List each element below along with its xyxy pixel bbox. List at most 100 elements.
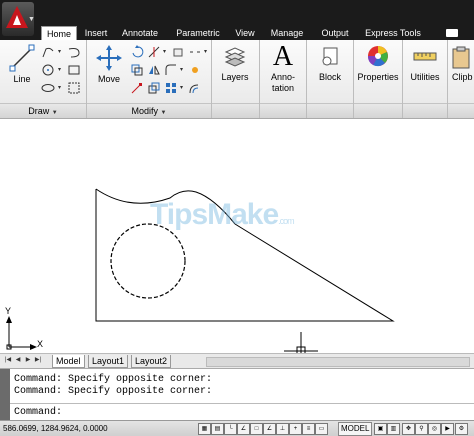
grid-display-icon[interactable]: ▤ xyxy=(211,423,224,435)
layers-button[interactable]: Layers xyxy=(214,44,256,102)
rectangle-icon xyxy=(68,65,80,75)
erase-icon xyxy=(173,48,183,57)
object-snap-tracking-icon[interactable]: ∠ xyxy=(263,423,276,435)
tab-parametric[interactable]: Parametric xyxy=(170,26,226,40)
ribbon-tab-bar: ▼ Home Insert Annotate Parametric View M… xyxy=(0,0,474,41)
ortho-mode-icon[interactable]: └ xyxy=(224,423,237,435)
color-wheel-icon xyxy=(367,46,388,67)
tab-layout1[interactable]: Layout1 xyxy=(88,355,129,368)
first-layout-icon[interactable]: |◀ xyxy=(4,356,12,365)
quick-view-layouts-icon[interactable]: ▣ xyxy=(374,423,387,435)
dynamic-input-icon[interactable]: + xyxy=(289,423,302,435)
fillet-button[interactable] xyxy=(163,62,179,78)
rectangle-button[interactable] xyxy=(66,62,82,78)
steering-wheel-icon[interactable]: ◎ xyxy=(428,423,441,435)
copy-button[interactable] xyxy=(129,62,145,78)
status-bar: 586.0699, 1284.9624, 0.0000 ▦ ▤ └ ∠ □ ∠ … xyxy=(0,420,474,436)
tab-insert[interactable]: Insert xyxy=(80,26,112,40)
trim-button[interactable] xyxy=(146,44,162,60)
pan-icon[interactable]: ✥ xyxy=(402,423,415,435)
command-window-grip[interactable] xyxy=(0,369,10,421)
zoom-icon[interactable]: ⚲ xyxy=(415,423,428,435)
hatch-button[interactable] xyxy=(66,80,82,96)
tab-annotate[interactable]: Annotate xyxy=(118,26,162,40)
modify-more-dropdown-icon[interactable]: ▾ xyxy=(204,48,207,55)
command-history-line: Command: Specify opposite corner: xyxy=(14,386,213,397)
tab-output[interactable]: Output xyxy=(316,26,354,40)
tab-layout2[interactable]: Layout2 xyxy=(131,355,172,368)
polyline-dropdown-icon[interactable]: ▾ xyxy=(58,48,61,55)
scale-button[interactable] xyxy=(146,80,162,96)
drawing-area xyxy=(6,188,395,356)
hatch-icon xyxy=(68,82,80,94)
snap-mode-icon[interactable]: ▦ xyxy=(198,423,211,435)
offset-button[interactable] xyxy=(187,80,203,96)
object-snap-icon[interactable]: □ xyxy=(250,423,263,435)
arc-button[interactable] xyxy=(66,44,82,60)
ucs-x-label: X xyxy=(37,339,44,349)
tab-view[interactable]: View xyxy=(232,26,258,40)
lineweight-icon[interactable]: ≡ xyxy=(302,423,315,435)
fillet-dropdown-icon[interactable]: ▾ xyxy=(180,66,183,73)
command-window: Command: Specify opposite corner: Comman… xyxy=(0,368,474,421)
horizontal-scrollbar[interactable] xyxy=(206,357,470,367)
workspace-switching-icon[interactable]: ⚙ xyxy=(455,423,468,435)
line-button[interactable]: Line xyxy=(6,44,38,88)
annotation-label-1: Anno- xyxy=(270,72,296,82)
line-label: Line xyxy=(13,74,31,84)
utilities-button[interactable]: Utilities xyxy=(404,44,446,102)
tab-home[interactable]: Home xyxy=(41,26,77,41)
last-layout-icon[interactable]: ▶| xyxy=(34,356,42,365)
watermark: TipsMake.com xyxy=(150,198,295,231)
stretch-icon xyxy=(131,83,142,94)
tab-model[interactable]: Model xyxy=(52,355,85,368)
erase-button[interactable] xyxy=(170,44,186,60)
break-button[interactable] xyxy=(187,44,203,60)
properties-label: Properties xyxy=(357,72,399,82)
scale-icon xyxy=(148,82,160,94)
properties-button[interactable]: Properties xyxy=(354,44,402,102)
line-icon xyxy=(9,44,35,72)
coordinate-readout[interactable]: 586.0699, 1284.9624, 0.0000 xyxy=(3,423,108,434)
mirror-button[interactable] xyxy=(146,62,162,78)
dynamic-ucs-icon[interactable]: ⊥ xyxy=(276,423,289,435)
application-menu-button[interactable]: ▼ xyxy=(2,2,35,36)
array-icon xyxy=(166,83,176,93)
move-label: Move xyxy=(97,74,120,84)
circle-button[interactable] xyxy=(40,62,56,78)
clipboard-button[interactable]: Clipb xyxy=(450,44,474,102)
drawing-canvas[interactable]: Y X TipsMake.com xyxy=(0,120,474,356)
layers-label: Layers xyxy=(221,72,249,82)
layout-tabs-bar: |◀ ◀ ▶ ▶| Model Layout1 Layout2 xyxy=(0,353,474,368)
rotate-icon xyxy=(132,45,144,58)
stretch-button[interactable] xyxy=(129,80,145,96)
block-button[interactable]: Block xyxy=(310,44,350,102)
quick-view-drawings-icon[interactable]: ▥ xyxy=(387,423,400,435)
rotate-button[interactable] xyxy=(129,44,145,60)
polar-tracking-icon[interactable]: ∠ xyxy=(237,423,250,435)
next-layout-icon[interactable]: ▶ xyxy=(24,356,32,365)
showmotion-icon[interactable]: ▶ xyxy=(441,423,454,435)
array-dropdown-icon[interactable]: ▾ xyxy=(180,84,183,91)
ribbon-minimize-button[interactable] xyxy=(446,29,458,37)
draw-panel-label[interactable]: Draw ▼ xyxy=(0,103,86,118)
circle-dropdown-icon[interactable]: ▾ xyxy=(58,66,61,73)
tab-express-tools[interactable]: Express Tools xyxy=(362,26,424,40)
modify-panel-label[interactable]: Modify ▼ xyxy=(87,103,211,118)
clipboard-icon xyxy=(452,46,470,69)
ellipse-button[interactable] xyxy=(40,80,56,96)
annotation-button[interactable]: A Anno- tation xyxy=(262,42,304,102)
tab-manage[interactable]: Manage xyxy=(266,26,308,40)
array-button[interactable] xyxy=(163,80,179,96)
annotation-label-2: tation xyxy=(271,83,295,93)
quick-properties-icon[interactable]: ▭ xyxy=(315,423,328,435)
block-label: Block xyxy=(318,72,341,82)
previous-layout-icon[interactable]: ◀ xyxy=(14,356,22,365)
explode-button[interactable] xyxy=(187,62,203,78)
model-space-toggle[interactable]: MODEL xyxy=(338,422,373,436)
command-prompt[interactable]: Command: xyxy=(14,407,62,418)
move-button[interactable]: Move xyxy=(92,44,126,88)
ellipse-dropdown-icon[interactable]: ▾ xyxy=(58,84,61,91)
trim-dropdown-icon[interactable]: ▾ xyxy=(163,48,166,55)
polyline-button[interactable] xyxy=(40,44,56,60)
